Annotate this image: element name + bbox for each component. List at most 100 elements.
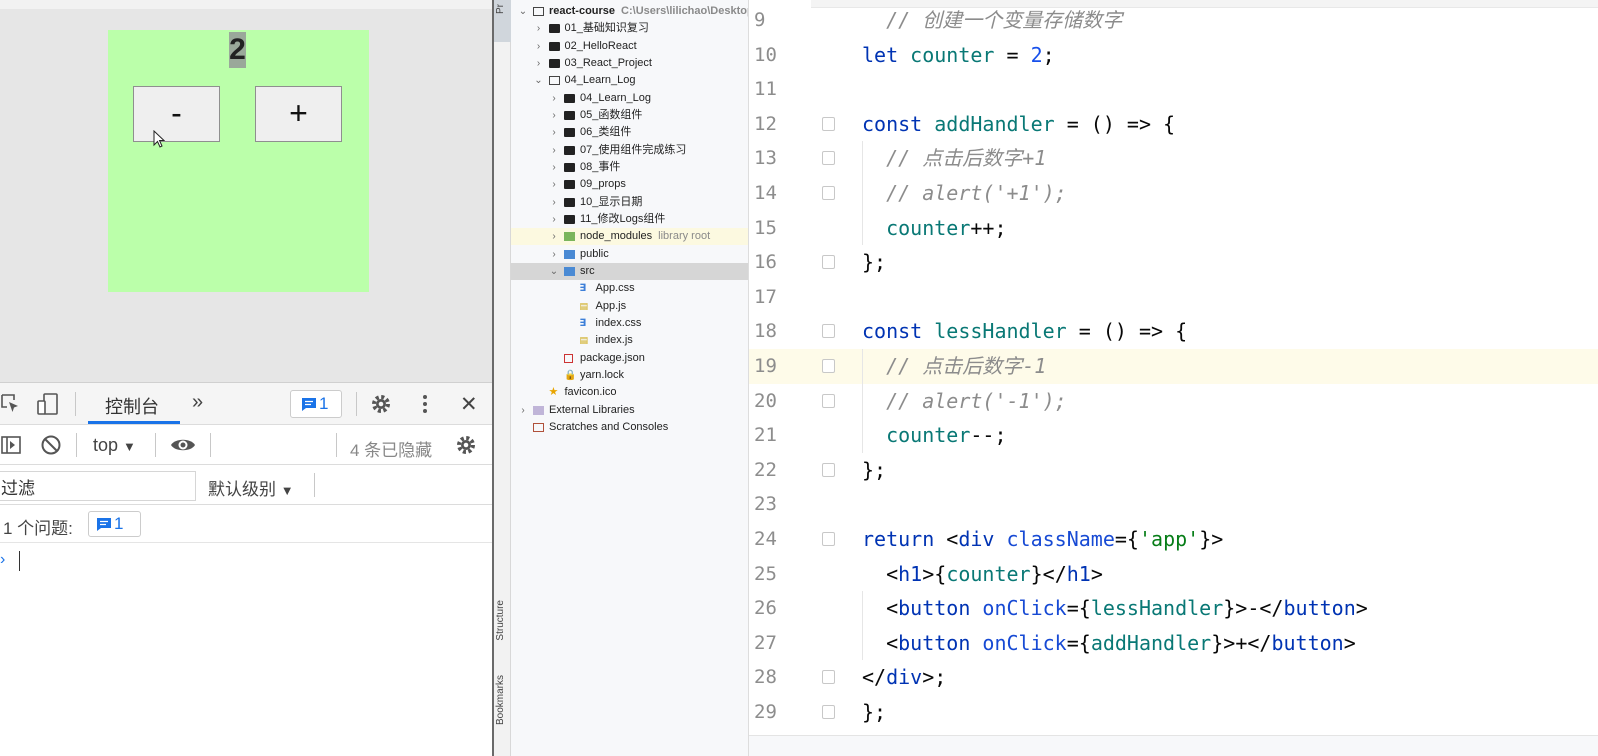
console-settings-gear-icon[interactable] <box>455 434 477 456</box>
collapsed-chevron-icon[interactable]: › <box>549 176 559 193</box>
lock-file-icon: 🔒 <box>564 369 577 381</box>
tree-folder-row[interactable]: › 04_Learn_Log <box>511 90 748 107</box>
tree-folder-row[interactable]: › 10_显示日期 <box>511 194 748 211</box>
tree-folder-row[interactable]: ⌄ 04_Learn_Log <box>511 72 748 89</box>
settings-gear-icon[interactable] <box>370 393 392 415</box>
code-line[interactable]: 16}; <box>749 245 1598 280</box>
project-tool-tab[interactable]: Pr <box>494 0 511 42</box>
tree-file-row[interactable]: ▤ index.js <box>511 332 748 349</box>
code-line[interactable]: 9 // 创建一个变量存储数字 <box>749 3 1598 38</box>
fold-marker-icon[interactable] <box>822 532 835 546</box>
log-level-select[interactable]: 默认级别 ▼ <box>208 475 294 500</box>
tree-folder-row[interactable]: › 02_HelloReact <box>511 38 748 55</box>
tree-folder-row[interactable]: › 09_props <box>511 176 748 193</box>
collapsed-chevron-icon[interactable]: › <box>549 228 559 245</box>
more-tabs-icon[interactable]: » <box>192 391 203 414</box>
fold-marker-icon[interactable] <box>822 324 835 339</box>
code-line[interactable]: 12 const addHandler = () => { <box>749 107 1598 142</box>
collapsed-chevron-icon[interactable]: › <box>534 20 544 37</box>
context-select[interactable]: top ▼ <box>93 435 136 456</box>
clear-console-icon[interactable] <box>40 434 62 456</box>
code-line[interactable]: 15 counter++; <box>749 211 1598 246</box>
tree-file-row[interactable]: ∃ index.css <box>511 315 748 332</box>
fold-marker-icon[interactable] <box>822 359 835 373</box>
code-line[interactable]: 27 <button onClick={addHandler}>+</butto… <box>749 626 1598 661</box>
device-toolbar-icon[interactable] <box>37 393 59 415</box>
collapsed-chevron-icon[interactable]: › <box>549 90 559 107</box>
expanded-chevron-icon[interactable]: ⌄ <box>518 3 528 20</box>
tree-file-row[interactable]: Scratches and Consoles <box>511 419 748 436</box>
issues-badge[interactable]: 1 <box>88 511 141 537</box>
fold-marker-icon[interactable] <box>822 705 835 719</box>
collapsed-chevron-icon[interactable]: › <box>534 38 544 55</box>
collapsed-chevron-icon[interactable]: › <box>549 211 559 228</box>
code-line[interactable]: 11 <box>749 72 1598 107</box>
tree-folder-row[interactable]: › 06_类组件 <box>511 124 748 141</box>
tree-folder-row[interactable]: ⌄ react-course C:\Users\lilichao\Desktop <box>511 3 748 20</box>
tree-file-row[interactable]: ★ favicon.ico <box>511 384 748 401</box>
tree-file-row[interactable]: 🔒 yarn.lock <box>511 367 748 384</box>
code-line[interactable]: 25 <h1>{counter}</h1> <box>749 557 1598 592</box>
collapsed-chevron-icon[interactable]: › <box>534 55 544 72</box>
code-line[interactable]: 21 counter--; <box>749 418 1598 453</box>
sidebar-toggle-icon[interactable] <box>0 434 22 456</box>
code-line[interactable]: 13 // 点击后数字+1 <box>749 141 1598 176</box>
tree-folder-row[interactable]: › public <box>511 246 748 263</box>
tree-file-row[interactable]: › External Libraries <box>511 402 748 419</box>
code-text: <button onClick={addHandler}>+</button> <box>862 626 1356 661</box>
collapsed-chevron-icon[interactable]: › <box>518 402 528 419</box>
expanded-chevron-icon[interactable]: ⌄ <box>549 263 559 280</box>
fold-marker-icon[interactable] <box>822 116 835 131</box>
folder-icon <box>533 7 544 16</box>
tree-folder-row[interactable]: › node_modules library root <box>511 228 748 246</box>
tree-folder-row[interactable]: › 08_事件 <box>511 159 748 176</box>
code-line[interactable]: 18 const lessHandler = () => { <box>749 314 1598 349</box>
increment-button[interactable]: + <box>255 86 342 142</box>
tab-console[interactable]: 控制台 <box>105 393 159 419</box>
expanded-chevron-icon[interactable]: ⌄ <box>534 72 544 89</box>
messages-badge[interactable]: 1 <box>290 390 342 418</box>
inspect-element-icon[interactable] <box>0 393 22 415</box>
code-line[interactable]: 22}; <box>749 453 1598 488</box>
kebab-menu-icon[interactable] <box>414 393 436 415</box>
code-line[interactable]: 26 <button onClick={lessHandler}>-</butt… <box>749 591 1598 626</box>
tree-folder-row[interactable]: › 11_修改Logs组件 <box>511 211 748 228</box>
collapsed-chevron-icon[interactable]: › <box>549 194 559 211</box>
fold-marker-icon[interactable] <box>822 462 835 477</box>
code-line[interactable]: 10 let counter = 2; <box>749 38 1598 73</box>
fold-marker-icon[interactable] <box>822 393 835 408</box>
tree-folder-row[interactable]: ⌄ src <box>511 262 748 280</box>
code-line[interactable]: 17 <box>749 280 1598 315</box>
code-line[interactable]: 20 // alert('-1'); <box>749 384 1598 419</box>
structure-tool-tab[interactable]: Structure <box>495 600 506 641</box>
collapsed-chevron-icon[interactable]: › <box>549 124 559 141</box>
code-line[interactable]: 19 // 点击后数字-1 <box>749 349 1598 384</box>
collapsed-chevron-icon[interactable]: › <box>549 142 559 159</box>
filter-input[interactable] <box>0 471 196 501</box>
tree-file-row[interactable]: ▤ App.js <box>511 298 748 315</box>
bookmarks-tool-tab[interactable]: Bookmarks <box>495 675 506 725</box>
fold-marker-icon[interactable] <box>822 186 835 200</box>
console-prompt[interactable]: › <box>0 549 492 573</box>
tree-file-row[interactable]: ∃ App.css <box>511 280 748 297</box>
tree-folder-row[interactable]: › 01_基础知识复习 <box>511 20 748 37</box>
collapsed-chevron-icon[interactable]: › <box>549 159 559 176</box>
live-expression-eye-icon[interactable] <box>170 434 196 456</box>
code-editor[interactable]: 9 // 创建一个变量存储数字 10 let counter = 2; 11 12 con… <box>748 0 1598 756</box>
collapsed-chevron-icon[interactable]: › <box>549 246 559 263</box>
collapsed-chevron-icon[interactable]: › <box>549 107 559 124</box>
tree-folder-row[interactable]: › 07_使用组件完成练习 <box>511 142 748 159</box>
tree-folder-row[interactable]: › 05_函数组件 <box>511 107 748 124</box>
tree-folder-row[interactable]: › 03_React_Project <box>511 55 748 72</box>
fold-marker-icon[interactable] <box>822 255 835 270</box>
code-line[interactable]: 14 // alert('+1'); <box>749 176 1598 211</box>
code-line[interactable]: 28 </div>; <box>749 660 1598 695</box>
close-devtools-icon[interactable]: ✕ <box>460 392 478 417</box>
code-line[interactable]: 24 return <div className={'app'}> <box>749 522 1598 557</box>
fold-marker-icon[interactable] <box>822 151 835 166</box>
decrement-button[interactable]: - <box>133 86 220 142</box>
tree-file-row[interactable]: package.json <box>511 350 748 367</box>
fold-marker-icon[interactable] <box>822 670 835 685</box>
code-line[interactable]: 29}; <box>749 695 1598 730</box>
code-line[interactable]: 23 <box>749 487 1598 522</box>
